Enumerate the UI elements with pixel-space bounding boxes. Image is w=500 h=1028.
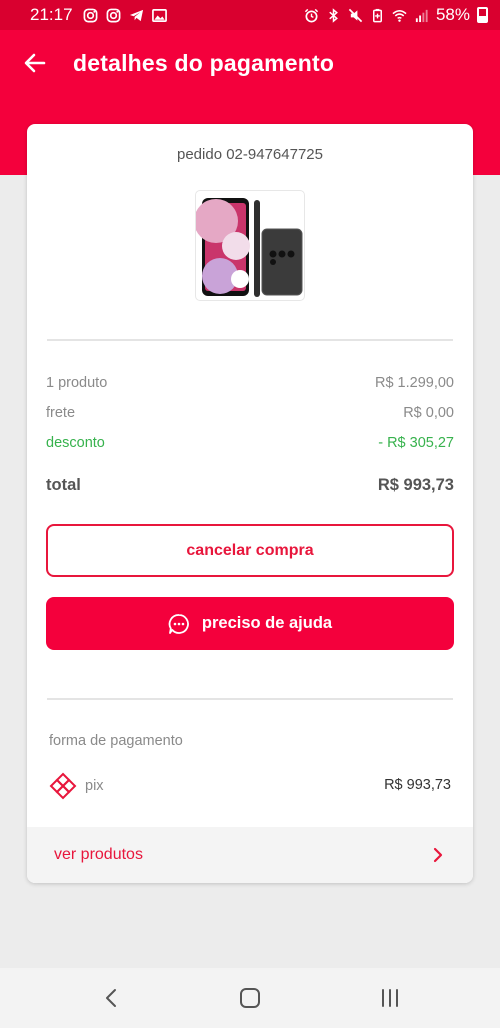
page-title: detalhes do pagamento — [73, 50, 335, 76]
battery-icon — [477, 7, 488, 23]
signal-icon — [415, 9, 428, 22]
need-help-label: preciso de ajuda — [201, 614, 333, 632]
total-label: total — [46, 476, 81, 494]
product-image[interactable] — [194, 190, 305, 301]
order-details-card: pedido 02-947647725 1 produto R$ 1.299,0… — [27, 124, 473, 883]
back-icon[interactable] — [98, 986, 124, 1010]
payment-section-label: forma de pagamento — [49, 733, 183, 749]
payment-amount: R$ 993,73 — [384, 777, 451, 793]
products-value: R$ 1.299,00 — [374, 375, 454, 391]
system-nav-bar — [0, 968, 500, 1028]
payment-method: pix — [49, 772, 104, 800]
recents-icon[interactable] — [377, 986, 403, 1010]
payment-method-label: pix — [85, 778, 104, 794]
instagram-icon — [106, 8, 120, 22]
view-products-label: ver produtos — [54, 846, 143, 863]
divider — [47, 339, 453, 341]
home-icon[interactable] — [237, 986, 263, 1010]
cancel-purchase-label: cancelar compra — [186, 541, 314, 559]
order-id: pedido 02-947647725 — [177, 146, 323, 163]
discount-label: desconto — [46, 435, 105, 451]
shipping-label: frete — [46, 405, 76, 421]
battery-saver-icon — [372, 8, 382, 22]
back-arrow-icon[interactable] — [22, 50, 48, 76]
wifi-icon — [392, 9, 407, 22]
view-products-link[interactable]: ver produtos — [27, 827, 473, 883]
products-label: 1 produto — [46, 375, 108, 391]
status-left-icons — [83, 8, 167, 23]
status-right-icons: 58% — [304, 5, 488, 25]
telegram-icon — [129, 9, 143, 21]
status-time: 21:17 — [30, 5, 73, 24]
pix-icon — [49, 772, 77, 800]
discount-value: - R$ 305,27 — [378, 435, 454, 451]
summary-row-shipping: frete R$ 0,00 — [46, 405, 454, 421]
alarm-icon — [304, 8, 319, 22]
divider — [47, 698, 453, 700]
shipping-value: R$ 0,00 — [403, 405, 454, 421]
status-bar: 21:17 58% — [0, 0, 500, 30]
summary-row-products: 1 produto R$ 1.299,00 — [46, 375, 454, 391]
instagram-icon — [83, 8, 97, 22]
bluetooth-icon — [329, 7, 338, 23]
battery-percent: 58% — [435, 5, 470, 24]
samsung-phone-image — [194, 198, 303, 297]
chevron-right-icon — [433, 847, 443, 863]
gallery-icon — [151, 8, 167, 22]
total-value: R$ 993,73 — [377, 476, 454, 494]
summary-row-discount: desconto - R$ 305,27 — [46, 435, 454, 451]
cancel-purchase-button[interactable]: cancelar compra — [46, 524, 454, 577]
summary-row-total: total R$ 993,73 — [46, 476, 454, 495]
chat-bubble-icon — [168, 613, 189, 634]
mute-icon — [348, 8, 363, 22]
need-help-button[interactable]: preciso de ajuda — [46, 597, 454, 650]
